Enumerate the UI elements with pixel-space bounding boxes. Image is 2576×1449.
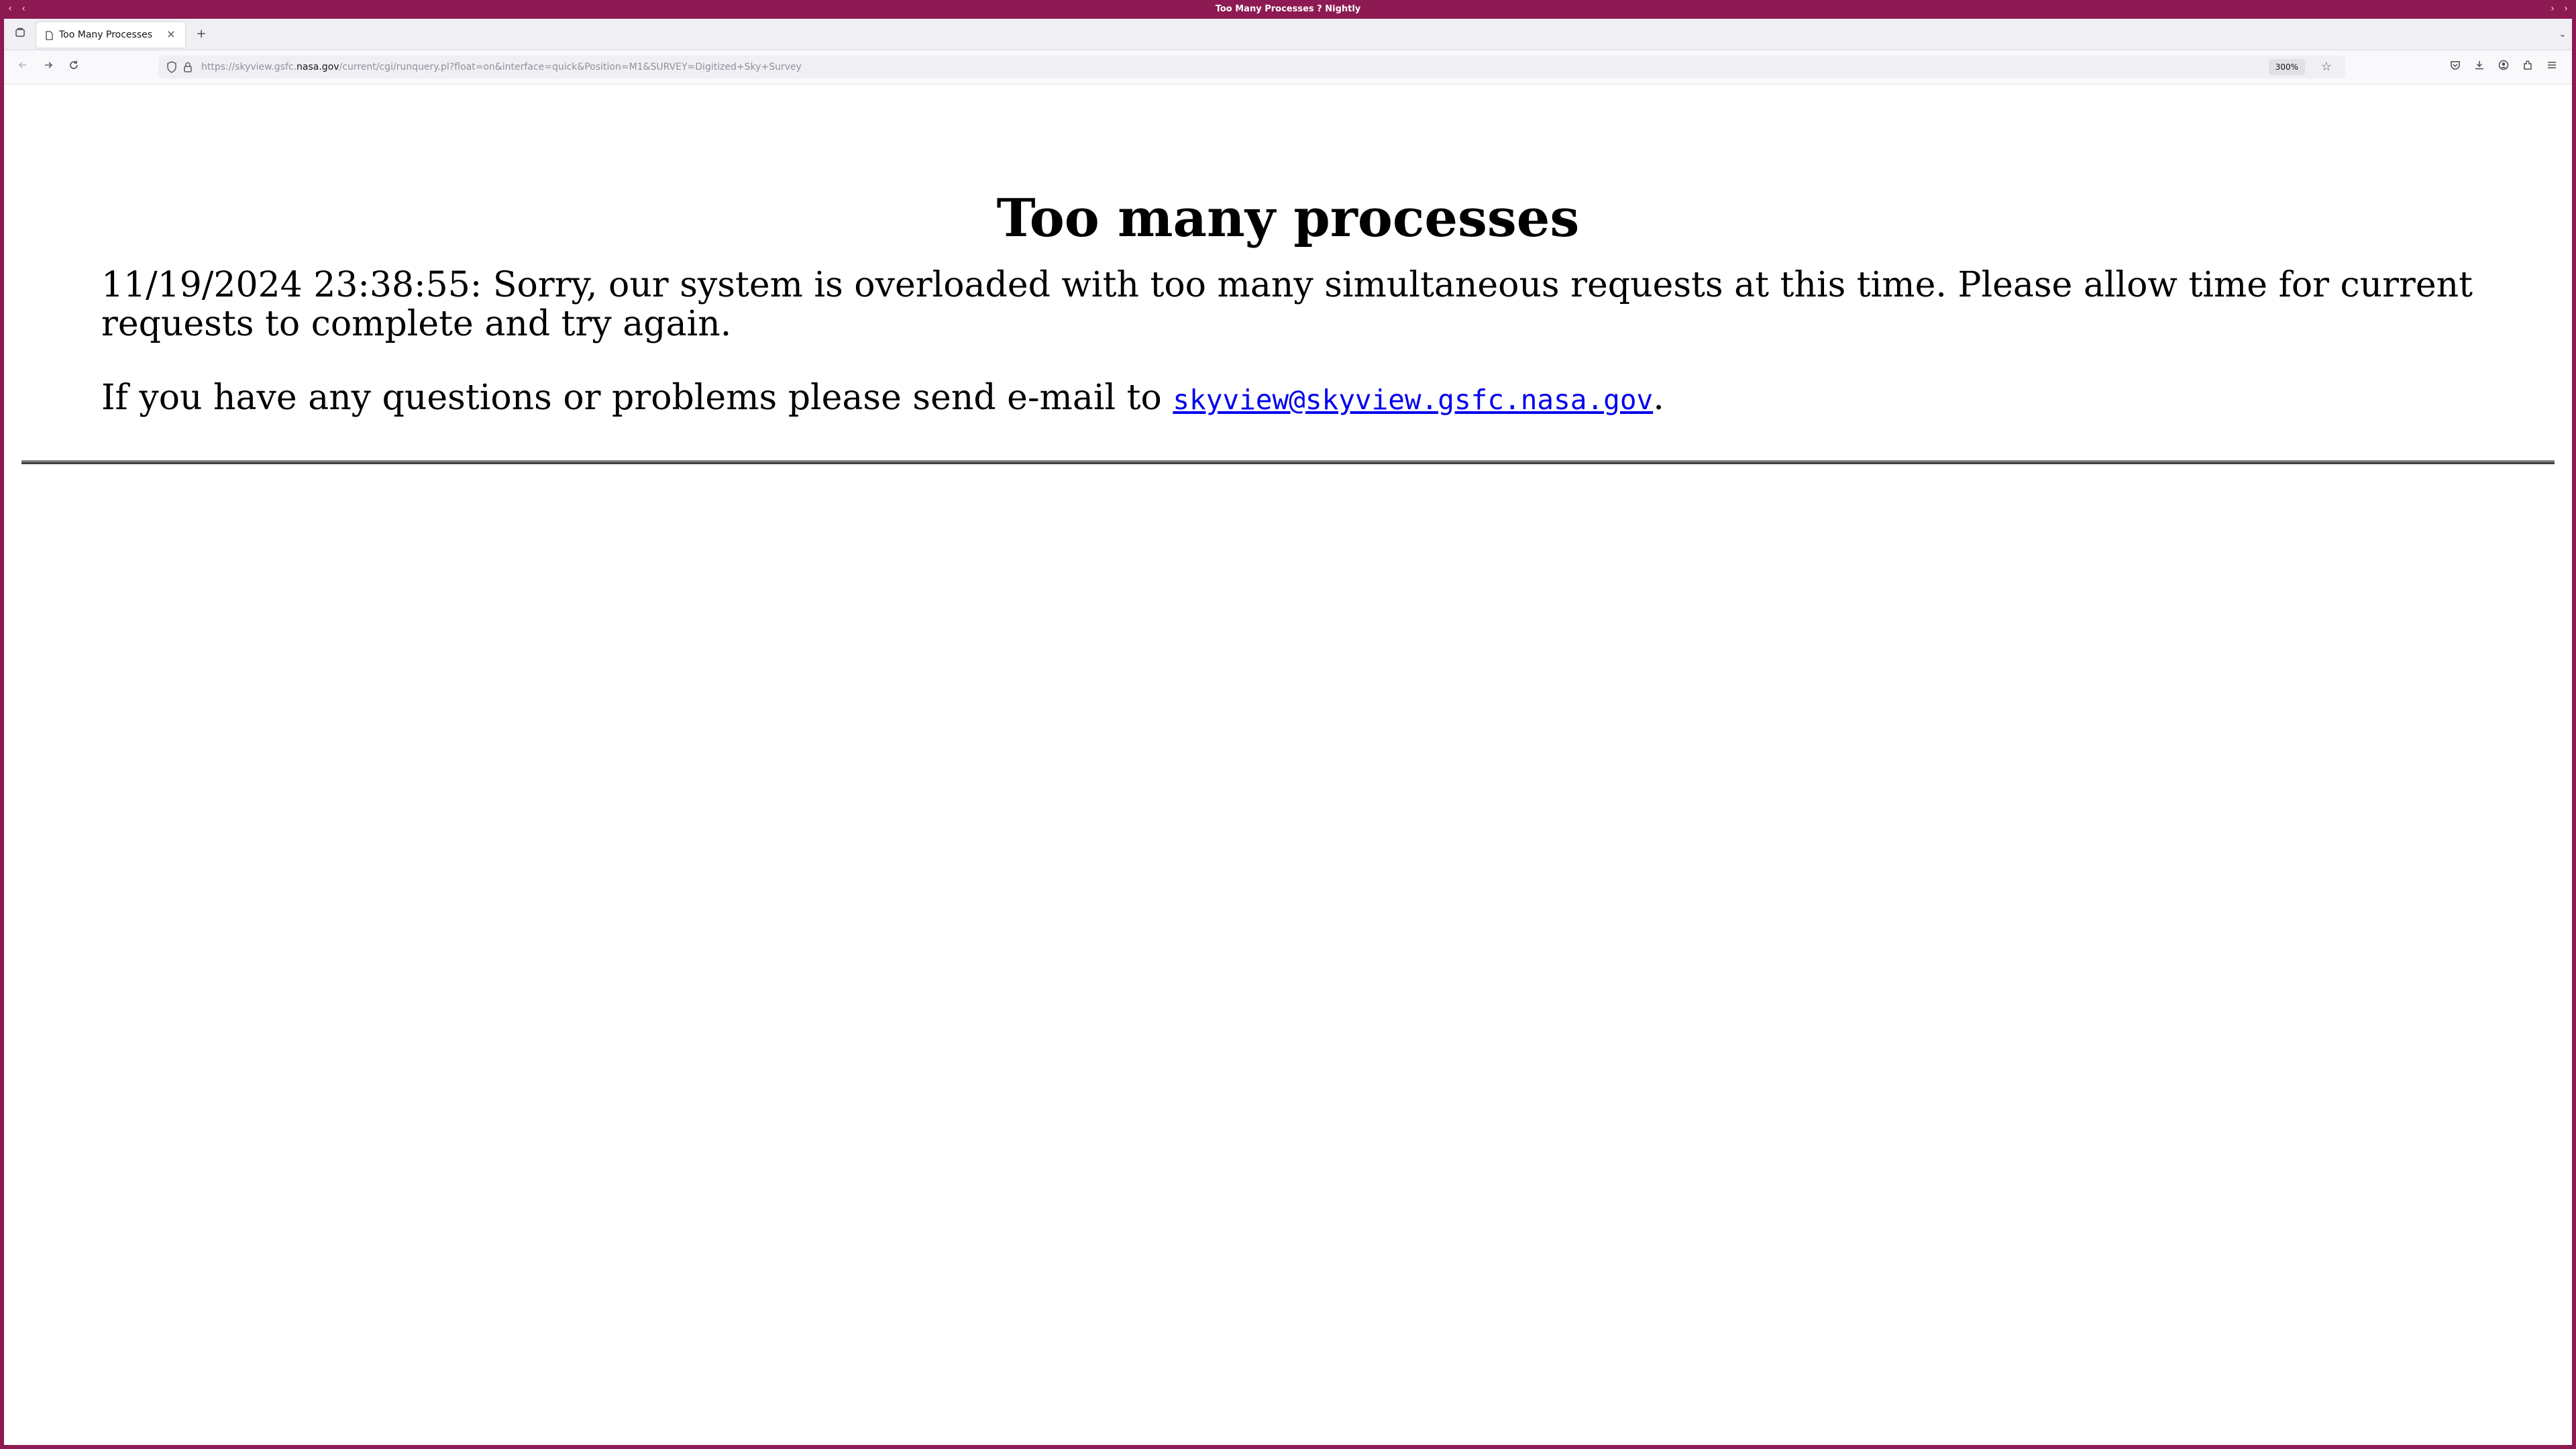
close-icon[interactable]: × — [164, 27, 178, 42]
lock-icon[interactable] — [182, 61, 195, 73]
url-prefix: https://skyview.gsfc. — [201, 62, 297, 72]
plus-icon[interactable]: + — [192, 25, 211, 44]
page-heading: Too many processes — [996, 188, 1580, 249]
error-message: 11/19/2024 23:38:55: Sorry, our system i… — [101, 265, 2473, 344]
tab-strip: Too Many Processes × + ⌄ — [4, 19, 2572, 50]
url-text[interactable]: https://skyview.gsfc.nasa.gov/current/cg… — [201, 61, 802, 73]
horizontal-rule — [21, 460, 2555, 464]
star-icon[interactable]: ☆ — [2318, 59, 2334, 75]
tab-overview-icon[interactable] — [11, 25, 30, 44]
window-title: Too Many Processes ? Nightly — [1215, 4, 1361, 14]
contact-suffix: . — [1653, 378, 1664, 418]
email-link[interactable]: skyview@skyview.gsfc.nasa.gov — [1173, 384, 1653, 416]
account-icon[interactable] — [2494, 58, 2513, 76]
back-icon[interactable] — [13, 58, 32, 76]
navigation-toolbar: https://skyview.gsfc.nasa.gov/current/cg… — [4, 50, 2572, 85]
page-content: Too many processes 11/19/2024 23:38:55: … — [4, 85, 2572, 1445]
extensions-icon[interactable] — [2518, 58, 2537, 76]
browser-window: Too Many Processes × + ⌄ https://skyview… — [4, 19, 2572, 1445]
menu-icon[interactable] — [2542, 58, 2561, 76]
tab-label: Too Many Processes — [59, 30, 153, 40]
window-close-icon[interactable]: › — [2560, 3, 2572, 15]
reload-icon[interactable] — [64, 58, 83, 76]
url-path: /current/cgi/runquery.pl?float=on&interf… — [339, 62, 802, 72]
url-domain: nasa.gov — [297, 62, 339, 72]
contact-paragraph: If you have any questions or problems pl… — [101, 378, 2489, 419]
contact-text: If you have any questions or problems pl… — [101, 378, 1173, 418]
window-right-icon[interactable]: › — [2546, 3, 2559, 15]
url-bar[interactable]: https://skyview.gsfc.nasa.gov/current/cg… — [158, 56, 2345, 78]
forward-icon[interactable] — [39, 58, 58, 76]
zoom-level-button[interactable]: 300% — [2268, 59, 2305, 75]
window-titlebar: ‹ ‹ Too Many Processes ? Nightly › › — [0, 0, 2576, 19]
download-icon[interactable] — [2470, 58, 2489, 76]
shield-icon[interactable] — [166, 61, 178, 73]
tab-too-many-processes[interactable]: Too Many Processes × — [36, 22, 185, 48]
pocket-icon[interactable] — [2446, 58, 2465, 76]
chevron-down-icon[interactable]: ⌄ — [2553, 25, 2572, 44]
page-icon — [44, 30, 54, 40]
